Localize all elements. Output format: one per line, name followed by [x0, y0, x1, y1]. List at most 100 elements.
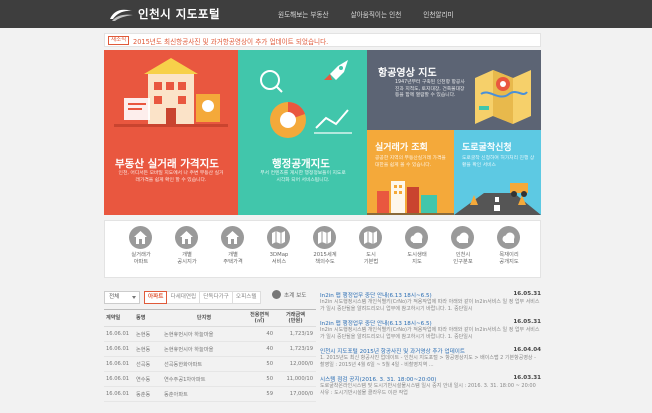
table-row[interactable]: 16.06.01 연수동 연수주공1차아파트 50 11,000/10	[104, 371, 316, 387]
admin-chart-illustration-icon	[260, 60, 352, 138]
site-logo[interactable]: 인천시 지도포털	[108, 5, 220, 23]
nav-item-living-incheon[interactable]: 살아움직이는 인천	[351, 9, 402, 19]
menu-label: 도시 기본법	[363, 252, 379, 265]
news-body: 도로굴착온라인시스템 및 도시기반시설물시스템 일시 중지 안내 일시 : 20…	[320, 383, 536, 396]
table-row[interactable]: 16.06.01 선곡동 선곡동한화아파트 50 12,000/0	[104, 356, 316, 372]
menu-label: 목재이리 공개지도	[499, 252, 519, 265]
col-header-price: 거래금액 (만원)	[276, 309, 316, 327]
trade-listing-panel: 전체 아파트 다세대연립 단독다가구 오피스텔 계약일 동명 단지명 전용면적 …	[104, 289, 316, 413]
tab-detached[interactable]: 단독다가구	[199, 291, 233, 304]
news-body: In2in 시도행정시스템 개인식별키(CrNo)가 적용작업에 따라 아래와 …	[320, 327, 540, 340]
nav-item-realestate[interactable]: 원도해보는 부동산	[278, 9, 329, 19]
tile-trade-title: 실거래가 조회	[375, 143, 428, 153]
cell-price: 12,000/0	[276, 356, 316, 372]
news-icon	[272, 290, 281, 299]
col-header-complex: 단지명	[162, 309, 244, 327]
cell-complex: 논현휴먼시아 하늘마을	[162, 326, 244, 342]
cell-date: 16.06.01	[104, 371, 134, 387]
cell-dong: 논현동	[134, 326, 162, 342]
cell-date: 16.06.01	[104, 326, 134, 342]
cell-price: 11,000/10	[276, 371, 316, 387]
tab-multiplex[interactable]: 다세대연립	[166, 291, 201, 304]
menu-item-land-price[interactable]: 개별 공시지가	[167, 226, 207, 274]
menu-item-apartment-trade[interactable]: 실거래가 아파트	[121, 226, 161, 274]
cell-complex: 연수주공1차아파트	[162, 371, 244, 387]
tile-aerial-title: 항공영상 지도	[378, 68, 437, 79]
menu-item-timber-map[interactable]: 목재이리 공개지도	[489, 226, 529, 274]
nav-item-alerts[interactable]: 인천알리미	[423, 9, 453, 19]
tile-road-desc: 도로굴착 신청하여 허가처리 진행 상황을 확인 서비스	[462, 156, 535, 168]
notice-badge: 새소식	[108, 36, 130, 45]
menu-label: 개별 주택가격	[223, 252, 243, 265]
news-title[interactable]: In2in 맵 행정업무 중단 안내(6.13 18시~6.5)	[320, 291, 480, 299]
tile-road-excavation[interactable]: 도로굴착신청 도로굴착 신청하여 허가처리 진행 상황을 확인 서비스	[454, 130, 541, 215]
house-chart-icon	[175, 226, 198, 249]
house-chart-icon	[129, 226, 152, 249]
cell-area: 40	[244, 326, 276, 342]
notice-link[interactable]: 2015년도 최신항공사진 및 과거항공영상이 추가 업데이트 되었습니다.	[133, 36, 328, 46]
tab-officetel[interactable]: 오피스텔	[231, 291, 261, 304]
cell-complex: 논현휴먼시아 하늘마을	[162, 341, 244, 357]
news-date: 16.04.04	[513, 347, 541, 353]
tile-trade-lookup[interactable]: 실거래가 조회 공공한 지역의 부동산실거래 가격을 대한을 쉽게 볼 수 있습…	[367, 130, 454, 215]
main-nav: 원도해보는 부동산 살아움직이는 인천 인천알리미	[278, 9, 476, 19]
menu-label: 2015세계 책의수도	[313, 252, 337, 265]
news-list: In2in 맵 행정업무 중단 안내(6.13 18시~6.5) 16.05.3…	[320, 289, 541, 413]
cell-area: 40	[244, 341, 276, 357]
cell-date: 16.06.01	[104, 356, 134, 372]
news-title[interactable]: In2in 맵 행정업무 중단 안내(6.13 18시~6.5)	[320, 319, 480, 327]
cell-price: 17,000/0	[276, 386, 316, 402]
col-header-dong: 동명	[134, 309, 162, 327]
menu-label: 개별 공시지가	[177, 252, 197, 265]
cell-area: 50	[244, 356, 276, 372]
tile-admin-desc: 부서 컨텐츠를 게시한 행정정보들이 지도로 시각화 되어 서비스됩니다.	[260, 171, 346, 183]
table-header-row: 계약일 동명 단지명 전용면적 (㎡) 거래금액 (만원)	[104, 309, 316, 327]
tile-admin-map[interactable]: 행정공개지도 부서 컨텐츠를 게시한 행정정보들이 지도로 시각화 되어 서비스…	[238, 50, 367, 215]
menu-label: 실거래가 아파트	[131, 252, 151, 265]
house-chart-icon	[221, 226, 244, 249]
table-row[interactable]: 16.06.01 논현동 논현휴먼시아 하늘마을 40 1,723/19	[104, 326, 316, 342]
menu-item-house-price[interactable]: 개별 주택가격	[213, 226, 253, 274]
news-date: 16.03.31	[513, 375, 541, 381]
menu-item-population[interactable]: 인천시 인구분포	[443, 226, 483, 274]
cell-date: 16.06.01	[104, 341, 134, 357]
cell-date: 16.06.01	[104, 386, 134, 402]
menu-item-3dmap[interactable]: 3DMap 서비스	[259, 226, 299, 274]
region-select-value: 전체	[109, 294, 120, 300]
cloud-icon	[497, 226, 520, 249]
region-select[interactable]: 전체	[104, 291, 140, 304]
tile-realestate-title: 부동산 실거래 가격지도	[115, 158, 219, 170]
menu-label: 3DMap 서비스	[269, 252, 289, 265]
tile-aerial-desc: 1947년부터 구축된 인천항 항공사진과 지적도, 토지대장, 건축물대장 등…	[395, 80, 465, 98]
cell-dong: 연수동	[134, 371, 162, 387]
map-icon	[359, 226, 382, 249]
cloud-icon	[451, 226, 474, 249]
menu-item-city-plan[interactable]: 도시 기본법	[351, 226, 391, 274]
chevron-down-icon	[132, 296, 136, 299]
cloud-icon	[405, 226, 428, 249]
menu-item-world-book-capital[interactable]: 2015세계 책의수도	[305, 226, 345, 274]
news-header[interactable]: 초계 보도	[272, 290, 306, 299]
table-row[interactable]: 16.06.01 논현동 논현휴먼시아 하늘마을 40 1,723/19	[104, 341, 316, 357]
tile-aerial-map[interactable]: 항공영상 지도 1947년부터 구축된 인천항 항공사진과 지적도, 토지대장,…	[367, 50, 541, 130]
trade-table: 계약일 동명 단지명 전용면적 (㎡) 거래금액 (만원) 16.06.01 논…	[104, 309, 316, 402]
tile-admin-title: 행정공개지도	[272, 158, 330, 170]
tile-road-title: 도로굴착신청	[462, 143, 512, 153]
tile-realestate-desc: 인천, 어디서든 모바일 지도에서 나 주변 부동산 실거래가격을 쉽게 확인 …	[118, 171, 224, 183]
table-row[interactable]: 16.06.01 동춘동 동춘아파트 59 17,000/0	[104, 386, 316, 402]
news-title[interactable]: 인천시 지도포털 2015년 항공사진 및 과거영상 추가 업데이트	[320, 347, 480, 355]
cell-complex: 선곡동한화아파트	[162, 356, 244, 372]
news-title[interactable]: 시스템 점검 공지(2016. 3. 31. 18:00~20:00)	[320, 375, 480, 383]
tab-apartment[interactable]: 아파트	[144, 291, 168, 304]
quick-menu: 실거래가 아파트 개별 공시지가 개별 주택가격 3DMap 서비스 2015세…	[104, 220, 541, 278]
tile-realestate-price-map[interactable]: 부동산 실거래 가격지도 인천, 어디서든 모바일 지도에서 나 주변 부동산 …	[104, 50, 238, 215]
col-header-date: 계약일	[104, 309, 134, 327]
map-icon	[313, 226, 336, 249]
col-header-area: 전용면적 (㎡)	[244, 309, 276, 327]
menu-item-ecology-map[interactable]: 도시생태 지도	[397, 226, 437, 274]
site-title: 인천시 지도포털	[138, 7, 221, 21]
news-header-label: 초계 보도	[284, 292, 307, 299]
city-buildings-icon	[367, 181, 454, 215]
site-header: 인천시 지도포털 원도해보는 부동산 살아움직이는 인천 인천알리미	[0, 0, 652, 28]
notice-bar: 새소식 2015년도 최신항공사진 및 과거항공영상이 추가 업데이트 되었습니…	[104, 33, 541, 47]
